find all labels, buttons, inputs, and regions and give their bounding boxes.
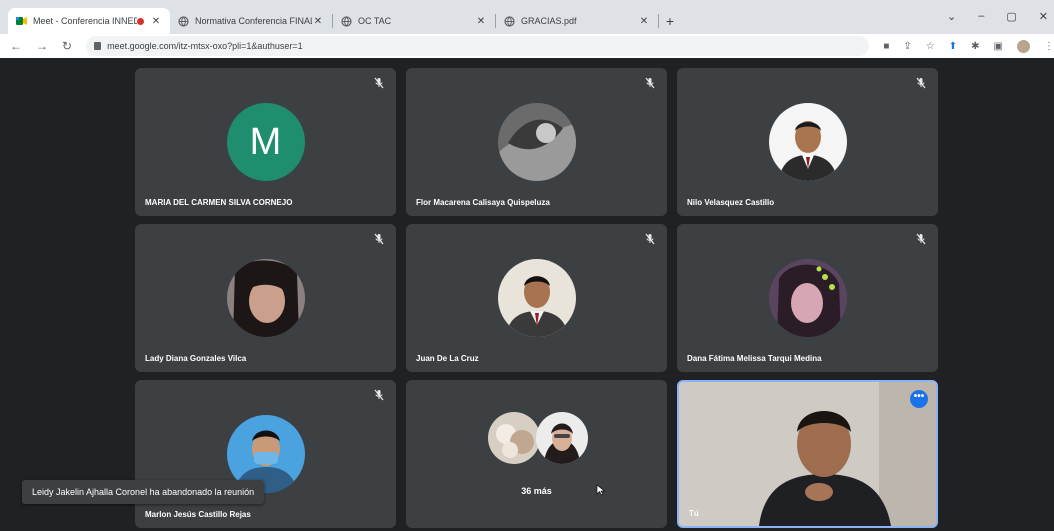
- close-tab-icon[interactable]: ✕: [312, 16, 324, 27]
- notification-toast: Leidy Jakelin Ajhalla Coronel ha abandon…: [22, 480, 265, 504]
- participant-tile[interactable]: Marlon Jesús Castillo Rejas: [135, 380, 396, 528]
- self-video: [679, 382, 936, 526]
- participant-name: Flor Macarena Calisaya Quispeluza: [416, 198, 550, 207]
- tab-normativa[interactable]: Normativa Conferencia FINAL.pc ✕: [170, 8, 332, 34]
- overflow-count: 36 más: [521, 486, 552, 496]
- nav-buttons: ← → ↻: [0, 39, 72, 53]
- participant-tile[interactable]: M MARIA DEL CARMEN SILVA CORNEJO: [135, 68, 396, 216]
- camera-icon[interactable]: ■: [883, 41, 889, 52]
- avatar: [488, 412, 540, 464]
- participant-name: Nilo Velasquez Castillo: [687, 198, 775, 207]
- mic-off-icon: [645, 233, 655, 245]
- overflow-avatars: [488, 412, 590, 464]
- tab-title: OC TAC: [358, 16, 392, 26]
- puzzle-icon[interactable]: ✱: [971, 41, 979, 52]
- globe-icon: [504, 15, 515, 27]
- tab-strip: Meet - Conferencia INNEDIT ✕ Normativa C…: [8, 8, 681, 34]
- profile-avatar[interactable]: [1017, 39, 1030, 53]
- sidepanel-icon[interactable]: ▣: [994, 41, 1003, 52]
- participant-tile[interactable]: Lady Diana Gonzales Vilca: [135, 224, 396, 372]
- meet-icon: [16, 16, 27, 27]
- reload-icon[interactable]: ↻: [62, 39, 72, 53]
- participant-tile[interactable]: Flor Macarena Calisaya Quispeluza: [406, 68, 667, 216]
- star-icon[interactable]: ☆: [926, 41, 935, 52]
- participant-name: Juan De La Cruz: [416, 354, 479, 363]
- address-bar[interactable]: meet.google.com/itz-mtsx-oxo?pli=1&authu…: [86, 36, 870, 56]
- minimize-icon[interactable]: –: [978, 10, 984, 23]
- mic-off-icon: [916, 233, 926, 245]
- lock-icon: [94, 42, 102, 50]
- restore-icon[interactable]: ▢: [1006, 10, 1016, 23]
- avatar: M: [226, 103, 305, 181]
- close-tab-icon[interactable]: ✕: [638, 16, 650, 27]
- tab-search-icon[interactable]: ⌄: [947, 10, 956, 23]
- window-controls: ⌄ – ▢ ✕: [947, 10, 1048, 23]
- tab-gracias-pdf[interactable]: GRACIAS.pdf ✕: [496, 8, 658, 34]
- participant-name: Dana Fátima Melissa Tarqui Medina: [687, 354, 822, 363]
- tab-title: Meet - Conferencia INNEDIT: [33, 16, 137, 26]
- forward-icon[interactable]: →: [36, 39, 48, 53]
- participant-tile[interactable]: Juan De La Cruz: [406, 224, 667, 372]
- more-options-icon[interactable]: •••: [910, 390, 928, 408]
- new-tab-button[interactable]: +: [659, 8, 681, 34]
- tab-meet[interactable]: Meet - Conferencia INNEDIT ✕: [8, 8, 170, 34]
- recording-icon: [137, 17, 144, 25]
- close-tab-icon[interactable]: ✕: [475, 16, 487, 27]
- avatar: [768, 103, 847, 181]
- menu-icon[interactable]: ⋮: [1044, 41, 1054, 52]
- participant-tile[interactable]: Nilo Velasquez Castillo: [677, 68, 938, 216]
- tab-title: GRACIAS.pdf: [521, 16, 577, 26]
- url-text: meet.google.com/itz-mtsx-oxo?pli=1&authu…: [107, 41, 303, 51]
- mic-off-icon: [645, 77, 655, 89]
- avatar: [768, 259, 847, 337]
- avatar: [497, 259, 576, 337]
- tab-oc-tac[interactable]: OC TAC ✕: [333, 8, 495, 34]
- extension-icon[interactable]: ⬆: [949, 41, 957, 52]
- meeting-stage: M MARIA DEL CARMEN SILVA CORNEJO Flor Ma…: [0, 58, 1054, 531]
- participant-name: Lady Diana Gonzales Vilca: [145, 354, 247, 363]
- avatar: [536, 412, 588, 464]
- avatar: [497, 103, 576, 181]
- mic-off-icon: [374, 389, 384, 401]
- back-icon[interactable]: ←: [10, 39, 22, 53]
- globe-icon: [341, 15, 352, 27]
- toolbar: ← → ↻ meet.google.com/itz-mtsx-oxo?pli=1…: [0, 34, 1054, 58]
- tab-title: Normativa Conferencia FINAL.pc: [195, 16, 312, 26]
- participant-tile[interactable]: Dana Fátima Melissa Tarqui Medina: [677, 224, 938, 372]
- overflow-participants-tile[interactable]: 36 más: [406, 380, 667, 528]
- close-tab-icon[interactable]: ✕: [150, 16, 162, 27]
- browser-chrome: Meet - Conferencia INNEDIT ✕ Normativa C…: [0, 0, 1054, 58]
- close-window-icon[interactable]: ✕: [1039, 10, 1048, 23]
- mic-off-icon: [374, 77, 384, 89]
- participant-name: MARIA DEL CARMEN SILVA CORNEJO: [145, 198, 293, 207]
- mouse-cursor-icon: [596, 484, 606, 496]
- mic-off-icon: [916, 77, 926, 89]
- toolbar-icons: ■ ⇪ ☆ ⬆ ✱ ▣ ⋮: [883, 39, 1054, 53]
- avatar: [226, 259, 305, 337]
- participant-name: Marlon Jesús Castillo Rejas: [145, 510, 251, 519]
- share-icon[interactable]: ⇪: [903, 41, 911, 52]
- mic-off-icon: [374, 233, 384, 245]
- globe-icon: [178, 15, 189, 27]
- self-label: Tú: [689, 509, 699, 518]
- self-view-tile[interactable]: ••• Tú: [677, 380, 938, 528]
